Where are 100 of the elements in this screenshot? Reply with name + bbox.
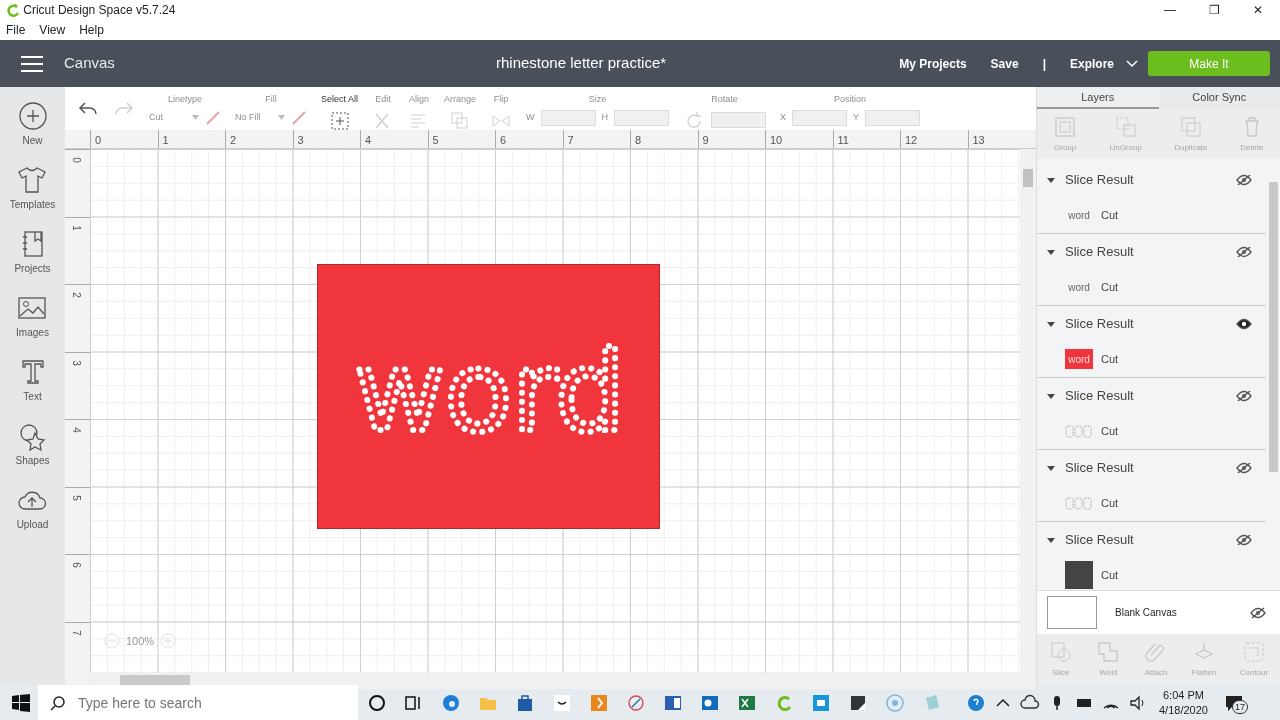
caret-down-icon[interactable]: [1047, 175, 1055, 184]
tool-label: Align: [409, 93, 430, 106]
layer-operation: Cut: [1101, 568, 1119, 583]
layer-title[interactable]: Slice Result: [1065, 170, 1134, 190]
time-text: 6:04 PM: [1163, 687, 1204, 703]
caret-down-icon[interactable]: [1047, 319, 1055, 328]
panel-tab[interactable]: Color Sync: [1158, 87, 1280, 109]
ruler-label: 5: [427, 129, 495, 148]
sidebar-item[interactable]: New: [17, 101, 48, 148]
eye-slash-icon[interactable]: [1236, 461, 1252, 474]
tool-label: Position: [834, 93, 867, 106]
sidebar-item[interactable]: Images: [16, 293, 49, 340]
duplicate-icon: [1178, 114, 1203, 139]
pen-slash-icon: [291, 109, 307, 126]
ruler-label: 2: [71, 292, 83, 298]
layer-title[interactable]: Slice Result: [1065, 242, 1134, 262]
ruler-label: 6: [71, 562, 83, 568]
ruler-label: 6: [495, 129, 563, 148]
scrollbar-thumb[interactable]: [1269, 182, 1278, 472]
search-field[interactable]: Type here to search: [38, 685, 358, 720]
ruler-label: 7: [71, 629, 83, 636]
ruler-label: 4: [360, 129, 428, 148]
tool-label: Fill: [265, 93, 277, 106]
pen-slash-icon: [205, 109, 221, 126]
close-button[interactable]: ✕: [1236, 1, 1280, 19]
caret-down-icon[interactable]: [1047, 391, 1055, 400]
plus-icon: [17, 101, 48, 131]
eye-icon[interactable]: [1236, 317, 1252, 330]
tool-label: Flip: [493, 93, 509, 106]
rhinestone-text: word: [354, 328, 626, 456]
layer-operation: Cut: [1101, 208, 1119, 223]
menu-item[interactable]: View: [39, 21, 66, 39]
eye-slash-icon[interactable]: [1236, 389, 1252, 402]
sidebar-item[interactable]: Upload: [16, 485, 49, 532]
layer-title[interactable]: Blank Canvas: [1115, 605, 1177, 620]
nav-link[interactable]: Save: [990, 54, 1019, 73]
browser-icon[interactable]: [440, 692, 461, 713]
logo-icon: [6, 3, 20, 17]
nav-link[interactable]: Explore: [1070, 54, 1114, 73]
help-icon[interactable]: [965, 692, 986, 713]
caret-down-icon[interactable]: [1047, 463, 1055, 472]
panel-tab[interactable]: Layers: [1037, 87, 1159, 109]
sidebar-item[interactable]: Templates: [9, 165, 56, 212]
chevron-down-icon[interactable]: [1126, 59, 1138, 68]
layer-thumbnail[interactable]: word: [1065, 349, 1093, 370]
ruler-label: 3: [292, 129, 360, 148]
layer-operation: Cut: [1101, 280, 1119, 295]
layer-thumbnail[interactable]: [1065, 561, 1093, 590]
menu-icon[interactable]: [20, 54, 44, 73]
ruler-label: 3: [71, 359, 83, 366]
group-icon: [1053, 114, 1078, 139]
sidebar-item[interactable]: Shapes: [15, 421, 50, 468]
restore-button[interactable]: ❐: [1192, 1, 1236, 19]
t-shirt-icon: [17, 165, 48, 195]
eye-slash-icon[interactable]: [1236, 173, 1252, 186]
separator: |: [1042, 55, 1046, 73]
tool-label: Select All: [321, 93, 359, 106]
layer-title[interactable]: Slice Result: [1065, 530, 1134, 550]
contour-icon: [1241, 640, 1266, 664]
field-label: Y: [853, 110, 860, 124]
ruler-label: 11: [832, 129, 900, 148]
field-label: H: [601, 110, 609, 124]
nav-link[interactable]: My Projects: [899, 54, 967, 73]
caret-down-icon: [278, 115, 285, 120]
ruler-label: 1: [71, 224, 83, 231]
zoom-level: 100%: [126, 634, 155, 649]
layer-title[interactable]: Slice Result: [1065, 386, 1134, 406]
layer-title[interactable]: Slice Result: [1065, 458, 1134, 478]
circle-icon[interactable]: [366, 692, 387, 713]
canvas-thumbnail[interactable]: [1047, 596, 1097, 629]
ruler-label: 4: [71, 427, 83, 433]
windows-icon[interactable]: [12, 693, 30, 712]
ruler-label: 2: [225, 129, 293, 148]
layer-operation: Cut: [1101, 496, 1119, 511]
project-title: rhinestone letter practice*: [496, 53, 667, 74]
field-label: W: [526, 110, 535, 124]
layer-thumbnail[interactable]: word: [1065, 205, 1093, 226]
caret-down-icon[interactable]: [1047, 535, 1055, 544]
menu-item[interactable]: Help: [79, 21, 104, 39]
eye-slash-icon[interactable]: [1236, 245, 1252, 258]
sidebar-item[interactable]: Text: [17, 357, 48, 404]
ruler-label: 1: [157, 129, 225, 148]
minimize-button[interactable]: —: [1148, 1, 1192, 19]
layer-operation: Cut: [1101, 352, 1119, 367]
design-shape[interactable]: word: [317, 264, 660, 529]
eye-slash-icon[interactable]: [1236, 533, 1252, 546]
ungroup-icon: [1113, 114, 1138, 139]
tool-label: Edit: [375, 93, 391, 106]
caret-down-icon[interactable]: [1047, 247, 1055, 256]
weld-icon: [1096, 640, 1121, 664]
app-icon[interactable]: [551, 692, 572, 713]
scrollbar-thumb[interactable]: [120, 675, 190, 686]
slice-icon: [1048, 640, 1073, 664]
layer-thumbnail[interactable]: word: [1065, 277, 1093, 298]
menu-item[interactable]: File: [6, 21, 26, 39]
clock[interactable]: 6:04 PM 4/18/2020: [1159, 687, 1208, 718]
scrollbar-thumb[interactable]: [1023, 169, 1033, 187]
layer-title[interactable]: Slice Result: [1065, 314, 1134, 334]
sidebar-item[interactable]: Projects: [14, 229, 51, 276]
eye-slash-icon[interactable]: [1250, 606, 1266, 619]
